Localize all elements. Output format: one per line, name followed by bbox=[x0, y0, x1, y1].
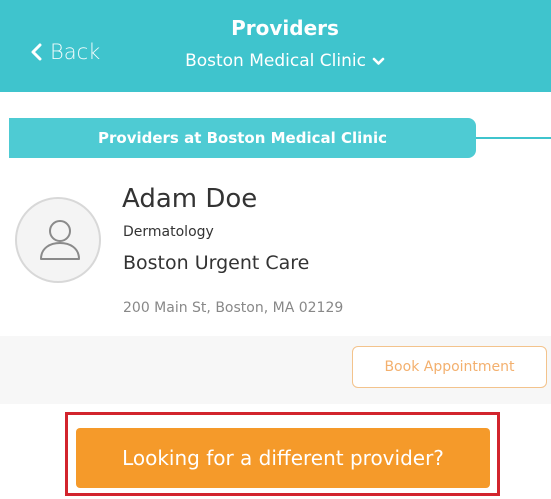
book-appointment-button[interactable]: Book Appointment bbox=[352, 346, 547, 388]
provider-specialty: Dermatology bbox=[123, 224, 214, 240]
back-button[interactable]: Back bbox=[30, 36, 100, 68]
chevron-down-icon bbox=[372, 57, 385, 65]
header-bar: Back Providers Boston Medical Clinic bbox=[0, 0, 551, 92]
section-header: Providers at Boston Medical Clinic bbox=[0, 118, 551, 158]
section-divider bbox=[470, 137, 551, 139]
provider-organization: Boston Urgent Care bbox=[123, 252, 310, 274]
chevron-left-icon bbox=[31, 43, 42, 61]
different-provider-button[interactable]: Looking for a different provider? bbox=[76, 428, 490, 488]
back-label: Back bbox=[50, 40, 101, 64]
provider-name[interactable]: Adam Doe bbox=[122, 184, 257, 214]
page-title: Providers bbox=[231, 16, 339, 40]
provider-address: 200 Main St, Boston, MA 02129 bbox=[123, 300, 344, 316]
avatar bbox=[15, 197, 101, 283]
clinic-selector-label: Boston Medical Clinic bbox=[185, 51, 366, 71]
clinic-selector[interactable]: Boston Medical Clinic bbox=[140, 51, 430, 71]
section-title: Providers at Boston Medical Clinic bbox=[9, 118, 476, 158]
user-icon bbox=[40, 220, 80, 260]
